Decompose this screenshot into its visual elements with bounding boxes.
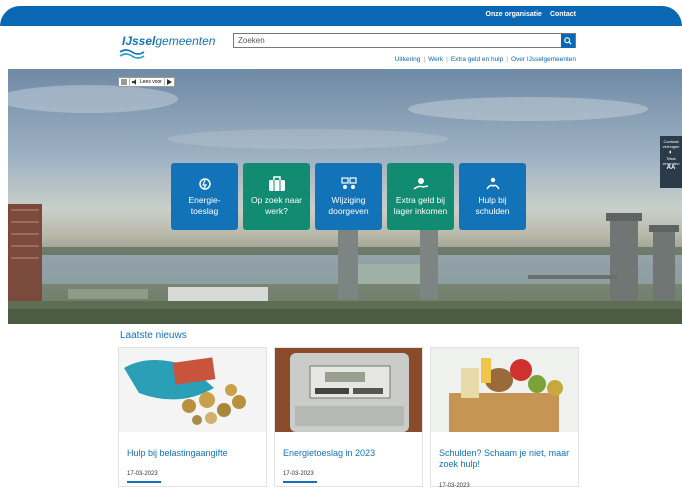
tile-label: Wijziging doorgeven xyxy=(328,195,369,216)
search-button[interactable] xyxy=(561,33,575,48)
browser-page: Onze organisatie Contact IJsselgemeenten… xyxy=(0,0,682,488)
people-exchange-icon xyxy=(340,177,357,189)
tile-label: Energie- toeslag xyxy=(188,195,221,216)
read-aloud-label: Lees voor xyxy=(140,79,162,85)
news-date: 17-03-2023 xyxy=(127,471,158,477)
nav-werk[interactable]: Werk xyxy=(428,56,443,63)
tile-label: Op zoek naar werk? xyxy=(250,195,303,216)
top-bar: Onze organisatie Contact xyxy=(0,6,682,26)
top-links: Onze organisatie Contact xyxy=(486,11,576,18)
news-image-meter xyxy=(275,348,422,432)
tile-hulp-bij-schulden[interactable]: Hulp bij schulden xyxy=(459,163,526,230)
search-input[interactable] xyxy=(234,34,561,47)
news-title: Schulden? Schaam je niet, maar zoek hulp… xyxy=(439,448,570,469)
briefcase-icon xyxy=(268,176,285,191)
play-button[interactable] xyxy=(165,78,174,87)
top-link-contact[interactable]: Contact xyxy=(550,11,576,18)
top-link-organisation[interactable]: Onze organisatie xyxy=(486,11,542,18)
nav-over[interactable]: Over IJsselgemeenten xyxy=(511,56,576,63)
tile-wijziging-doorgeven[interactable]: Wijziging doorgeven xyxy=(315,163,382,230)
menu-button[interactable] xyxy=(119,77,130,87)
tile-label: Hulp bij schulden xyxy=(475,195,510,216)
logo-waves-icon xyxy=(119,49,145,59)
tile-label: Extra geld bij lager inkomen xyxy=(393,195,448,216)
nav-uitkering[interactable]: Uitkering xyxy=(395,56,421,63)
nav-extra-geld[interactable]: Extra geld en hulp xyxy=(451,56,503,63)
money-hand-icon xyxy=(413,178,428,190)
logo-part1: IJssel xyxy=(122,34,156,48)
speaker-icon xyxy=(132,79,136,85)
news-date: 17-03-2023 xyxy=(283,471,314,477)
read-aloud-button[interactable]: Lees voor xyxy=(130,77,165,87)
news-title: Energietoeslag in 2023 xyxy=(283,448,376,458)
energy-icon xyxy=(198,178,211,190)
news-card-energietoeslag[interactable]: Energietoeslag in 2023 17-03-2023 xyxy=(274,347,423,487)
search-icon xyxy=(564,36,572,45)
news-date: 17-03-2023 xyxy=(439,483,470,488)
quick-links: Energie- toeslag Op zoek naar werk? Wijz… xyxy=(171,163,526,230)
site-logo[interactable]: IJsselgemeenten xyxy=(122,34,215,48)
tile-extra-geld[interactable]: Extra geld bij lager inkomen xyxy=(387,163,454,230)
news-underline xyxy=(283,481,317,483)
news-card-schulden[interactable]: Schulden? Schaam je niet, maar zoek hulp… xyxy=(430,347,579,488)
logo-part2: gemeenten xyxy=(155,34,216,48)
read-aloud-bar: Lees voor xyxy=(118,77,175,87)
news-image-foodbox xyxy=(431,348,578,432)
news-heading: Laatste nieuws xyxy=(120,330,187,341)
news-card-belasting[interactable]: Hulp bij belastingaangifte 17-03-2023 xyxy=(118,347,267,487)
contrast-icon[interactable]: ◐ xyxy=(660,149,682,156)
menu-icon xyxy=(121,79,127,85)
help-hands-icon xyxy=(485,177,500,190)
accessibility-panel[interactable]: Contrast verhogen ◐ Tekst vergroten AA xyxy=(660,136,682,188)
news-underline xyxy=(127,481,161,483)
news-title: Hulp bij belastingaangifte xyxy=(127,448,228,458)
news-image-wallet xyxy=(119,348,266,432)
sub-navigation: Uitkering | Werk | Extra geld en hulp | … xyxy=(394,56,576,63)
tile-op-zoek-naar-werk[interactable]: Op zoek naar werk? xyxy=(243,163,310,230)
search-bar xyxy=(233,33,576,48)
play-icon xyxy=(166,79,172,85)
news-list: Hulp bij belastingaangifte 17-03-2023 En… xyxy=(118,347,579,488)
text-size-icon[interactable]: AA xyxy=(660,165,682,171)
tile-energietoeslag[interactable]: Energie- toeslag xyxy=(171,163,238,230)
